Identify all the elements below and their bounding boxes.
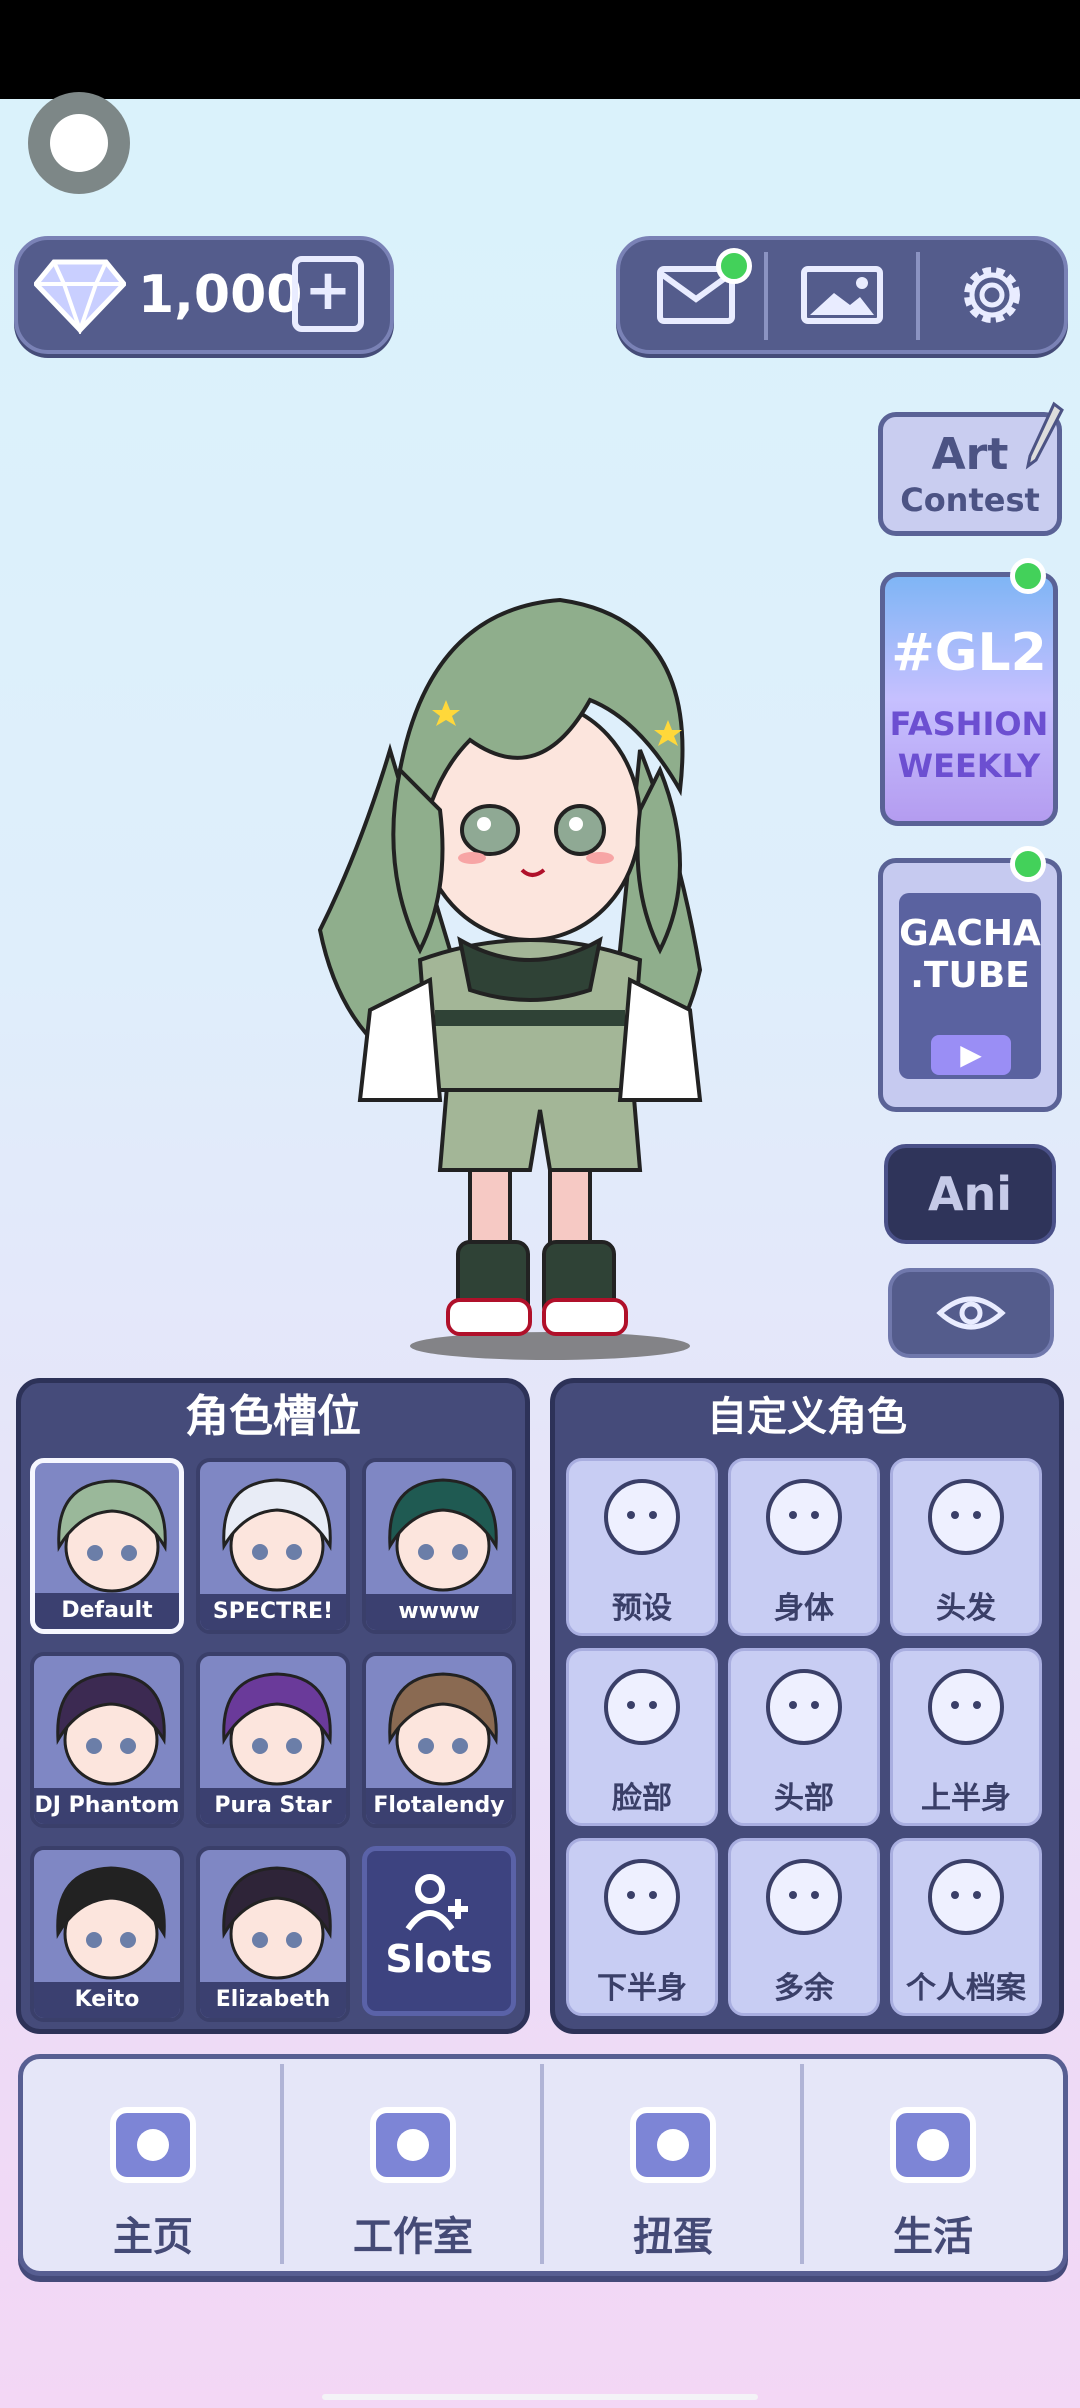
customize-body-button[interactable]: 身体	[728, 1458, 880, 1636]
customize-label: 下半身	[597, 1971, 687, 2006]
slot-avatar	[388, 1672, 498, 1786]
character-slot[interactable]: Keito	[30, 1846, 184, 2022]
home-indicator[interactable]	[322, 2394, 758, 2400]
customize-label: 头发	[936, 1591, 996, 1626]
slot-label: DJ Phantom	[34, 1788, 180, 1824]
gachatube-button[interactable]: GACHA .TUBE ▶	[878, 858, 1062, 1112]
play-icon: ▶	[931, 1035, 1011, 1075]
slot-avatar	[222, 1672, 332, 1786]
profile-icon	[928, 1859, 1004, 1935]
slot-label: Default Body	[35, 1593, 179, 1629]
customize-preset-button[interactable]: 预设	[566, 1458, 718, 1636]
gacha-capsule-icon	[630, 2107, 716, 2183]
house-icon	[110, 2107, 196, 2183]
clapperboard-icon	[370, 2107, 456, 2183]
ani-button[interactable]: Ani	[884, 1144, 1056, 1244]
pants-icon	[604, 1859, 680, 1935]
nav-label: 生活	[893, 2214, 973, 2260]
slot-label: Elizabeth	[200, 1982, 346, 2018]
flower-icon	[890, 2107, 976, 2183]
diamond-icon	[34, 259, 126, 334]
mail-notification-dot	[716, 248, 752, 284]
record-icon	[50, 114, 108, 172]
gachatube-line1: GACHA	[899, 913, 1041, 954]
nav-label: 工作室	[353, 2214, 473, 2260]
character-slot[interactable]: SPECTRE!	[196, 1458, 350, 1634]
nav-label: 主页	[113, 2214, 193, 2260]
slot-avatar	[56, 1672, 166, 1786]
character-slot[interactable]: DJ Phantom	[30, 1652, 184, 1828]
character-slot[interactable]: Flotalendy	[362, 1652, 516, 1828]
visibility-toggle-button[interactable]	[888, 1268, 1054, 1358]
slot-avatar	[57, 1479, 167, 1593]
divider	[764, 252, 768, 340]
custom-panel-title: 自定义角色	[707, 1394, 907, 1440]
gl2-line3: WEEKLY	[897, 747, 1041, 785]
head-accessory-icon	[766, 1669, 842, 1745]
customize-label: 个人档案	[906, 1971, 1026, 2006]
pencil-icon	[1025, 401, 1064, 470]
customize-profile-button[interactable]: 个人档案	[890, 1838, 1042, 2016]
customize-label: 上半身	[921, 1781, 1011, 1816]
extra-icon	[766, 1859, 842, 1935]
add-user-icon	[405, 1874, 468, 1931]
nav-label: 扭蛋	[633, 2214, 713, 2260]
character-avatar[interactable]	[300, 590, 750, 1360]
customize-label: 预设	[612, 1591, 672, 1626]
slot-label: Flotalendy	[366, 1788, 512, 1824]
customize-label: 身体	[774, 1591, 834, 1626]
record-button[interactable]	[28, 92, 130, 194]
slot-label: Keito	[34, 1982, 180, 2018]
art-contest-line2: Contest	[900, 481, 1040, 519]
gear-icon	[964, 267, 1020, 323]
gl2-line2: FASHION	[889, 705, 1049, 743]
slot-label: SPECTRE!	[200, 1594, 346, 1630]
slot-avatar	[222, 1866, 332, 1980]
film-plus-icon[interactable]: +	[292, 256, 364, 332]
preset-icon	[604, 1479, 680, 1555]
gl2-fashion-weekly-button[interactable]: #GL2 FASHION WEEKLY	[880, 572, 1058, 826]
gachatube-line2: .TUBE	[910, 955, 1030, 996]
customize-hair-button[interactable]: 头发	[890, 1458, 1042, 1636]
customize-label: 多余	[774, 1971, 834, 2006]
hair-icon	[928, 1479, 1004, 1555]
gl2-notification-dot	[1010, 558, 1046, 594]
slot-avatar	[56, 1866, 166, 1980]
gl2-title: #GL2	[891, 623, 1047, 683]
character-slot[interactable]: Elizabeth	[196, 1846, 350, 2022]
status-bar	[0, 0, 1080, 99]
gachatube-screen: GACHA .TUBE ▶	[899, 893, 1041, 1079]
slot-avatar	[388, 1478, 498, 1592]
body-icon	[766, 1479, 842, 1555]
slot-avatar	[222, 1478, 332, 1592]
customize-label: 头部	[774, 1781, 834, 1816]
settings-button[interactable]	[944, 258, 1040, 332]
shirt-icon	[928, 1669, 1004, 1745]
customize-shirt-button[interactable]: 上半身	[890, 1648, 1042, 1826]
customize-head-accessory-button[interactable]: 头部	[728, 1648, 880, 1826]
slot-label: wwww	[366, 1594, 512, 1630]
nav-clapperboard-button[interactable]: 工作室	[284, 2066, 542, 2266]
nav-house-button[interactable]: 主页	[24, 2066, 282, 2266]
character-slot[interactable]: wwww	[362, 1458, 516, 1634]
gallery-button[interactable]	[792, 258, 892, 332]
slots-panel-title: 角色槽位	[185, 1391, 361, 1442]
eye-icon	[936, 1296, 1006, 1330]
nav-gacha-capsule-button[interactable]: 扭蛋	[544, 2066, 802, 2266]
slot-label: Pura Star	[200, 1788, 346, 1824]
gachatube-notification-dot	[1010, 846, 1046, 882]
face-icon	[604, 1669, 680, 1745]
nav-flower-button[interactable]: 生活	[804, 2066, 1062, 2266]
character-slot[interactable]: Pura Star	[196, 1652, 350, 1828]
gem-count: 1,000	[138, 265, 303, 325]
customize-face-button[interactable]: 脸部	[566, 1648, 718, 1826]
customize-extra-button[interactable]: 多余	[728, 1838, 880, 2016]
add-slots-button[interactable]: Slots	[362, 1846, 516, 2016]
slots-label: Slots	[385, 1937, 493, 1981]
character-slot[interactable]: Default Body	[30, 1458, 184, 1634]
customize-pants-button[interactable]: 下半身	[566, 1838, 718, 2016]
divider	[916, 252, 920, 340]
customize-label: 脸部	[612, 1781, 672, 1816]
gallery-icon	[801, 266, 883, 324]
